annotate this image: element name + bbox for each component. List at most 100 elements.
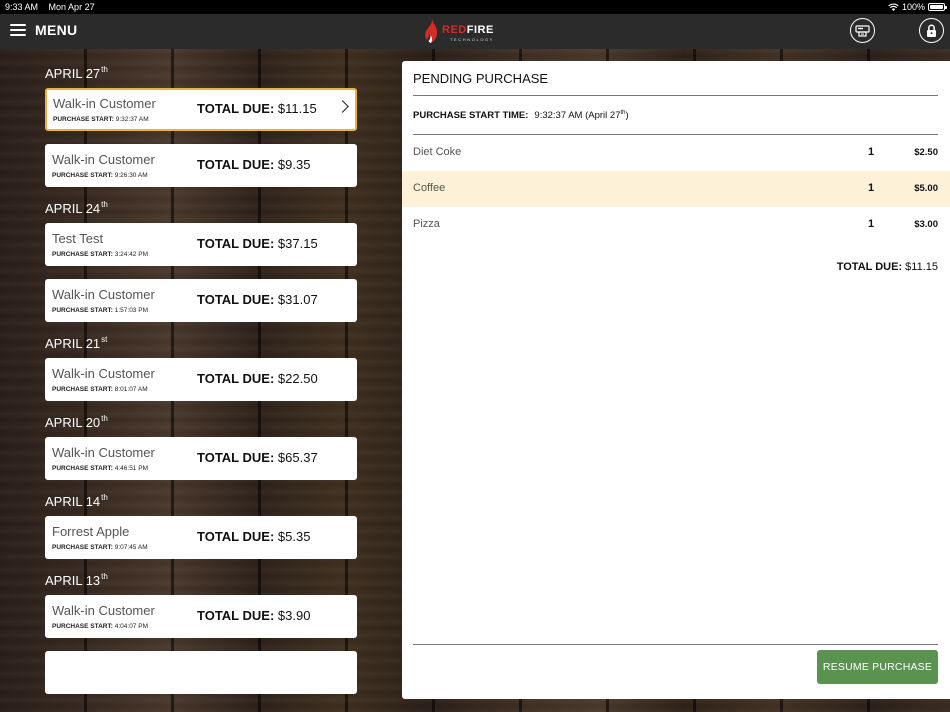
total-due-label: TOTAL DUE: (197, 371, 275, 386)
item-price: $2.50 (914, 147, 938, 158)
detail-total: TOTAL DUE: $11.15 (837, 261, 938, 273)
total-due: TOTAL DUE: $5.35 (197, 529, 310, 544)
purchase-start-label: PURCHASE START: (52, 623, 113, 630)
total-due-label: TOTAL DUE: (197, 236, 275, 251)
date-header-text: APRIL 20 (45, 415, 101, 430)
date-header-suffix: th (101, 572, 108, 581)
date-header: APRIL 27th (45, 65, 108, 81)
total-due-label: TOTAL DUE: (197, 529, 275, 544)
purchase-card[interactable]: Walk-in Customer PURCHASE START: 9:26:30 … (45, 144, 357, 187)
total-due-label: TOTAL DUE: (197, 292, 275, 307)
detail-total-label: TOTAL DUE: (836, 261, 903, 273)
date-header-text: APRIL 24 (45, 201, 101, 216)
purchase-card[interactable]: Walk-in Customer PURCHASE START: 1:57:03 … (45, 279, 357, 322)
purchase-card[interactable]: Forrest Apple PURCHASE START: 9:07:45 AM T… (45, 516, 357, 559)
customer-name: Walk-in Customer (53, 96, 156, 111)
purchase-list[interactable]: APRIL 27th Walk-in Customer PURCHASE START… (0, 49, 402, 712)
menu-button[interactable]: MENU (10, 22, 77, 38)
purchase-start-time: 9:32:37 AM (115, 116, 149, 123)
date-header-text: APRIL 14 (45, 494, 101, 509)
purchase-start: PURCHASE START: 9:07:45 AM (52, 544, 148, 551)
purchase-start-label: PURCHASE START: (52, 386, 113, 393)
purchase-card[interactable]: Walk-in Customer PURCHASE START: 8:01:07 … (45, 358, 357, 401)
total-due-label: TOTAL DUE: (197, 101, 275, 116)
divider (413, 95, 938, 96)
register-button[interactable] (850, 18, 875, 43)
purchase-card[interactable]: Test Test PURCHASE START: 3:24:42 PM TOTAL… (45, 223, 357, 266)
detail-total-value: $11.15 (905, 261, 938, 273)
total-due: TOTAL DUE: $31.07 (197, 292, 318, 307)
purchase-card[interactable] (45, 651, 357, 694)
customer-name: Walk-in Customer (52, 366, 155, 381)
start-time-label: PURCHASE START TIME: (413, 110, 529, 121)
total-due-value: $37.15 (277, 236, 318, 251)
purchase-start-time: 4:46:51 PM (114, 465, 148, 472)
date-header: APRIL 20th (45, 414, 108, 430)
logo-text-white: FIRE (466, 23, 494, 36)
total-due-value: $31.07 (277, 292, 318, 307)
logo-text-red: RED (442, 23, 467, 36)
total-due-value: $3.90 (277, 608, 311, 623)
purchase-start-time: 1:57:03 PM (114, 307, 148, 314)
purchase-start-time: 9:26:30 AM (114, 172, 148, 179)
resume-purchase-button[interactable]: RESUME PURCHASE (817, 650, 938, 684)
lock-icon (927, 24, 936, 37)
divider (413, 644, 938, 645)
panel-title: PENDING PURCHASE (413, 71, 549, 86)
customer-name: Walk-in Customer (52, 152, 155, 167)
purchase-start-label: PURCHASE START: (52, 251, 113, 258)
purchase-start-label: PURCHASE START: (52, 172, 113, 179)
customer-name: Walk-in Customer (52, 603, 155, 618)
item-price: $5.00 (914, 183, 938, 194)
customer-name: Test Test (52, 231, 104, 246)
date-header: APRIL 13th (45, 572, 108, 588)
purchase-start-time: PURCHASE START TIME: 9:32:37 AM (April 27… (413, 110, 629, 121)
item-row[interactable]: Diet Coke 1 $2.50 (402, 135, 950, 171)
item-name: Pizza (413, 218, 440, 230)
total-due-value: $9.35 (277, 157, 311, 172)
item-row[interactable]: Coffee 1 $5.00 (402, 171, 950, 207)
item-row[interactable]: Pizza 1 $3.00 (402, 207, 950, 243)
lock-button[interactable] (919, 18, 944, 43)
top-nav-bar: MENU REDFIRE TECHNOLOGY (0, 14, 950, 49)
date-header-suffix: th (101, 200, 108, 209)
purchase-card[interactable]: Walk-in Customer PURCHASE START: 4:46:51 … (45, 437, 357, 480)
start-time-close: ) (625, 110, 629, 121)
item-price: $3.00 (914, 219, 938, 230)
battery-icon (928, 3, 947, 11)
purchase-card[interactable]: Walk-in Customer PURCHASE START: 4:04:07 … (45, 595, 357, 638)
purchase-start-time: 9:07:45 AM (114, 544, 148, 551)
status-bar: 9:33 AM Mon Apr 27 100% (0, 0, 950, 14)
date-header-suffix: th (101, 65, 108, 74)
chevron-right-icon (336, 100, 349, 113)
purchase-start-label: PURCHASE START: (53, 116, 114, 123)
date-header-suffix: th (101, 493, 108, 502)
pending-purchase-panel: PENDING PURCHASE PURCHASE START TIME: 9:3… (402, 61, 950, 699)
item-name: Diet Coke (413, 146, 462, 158)
total-due-value: $65.37 (277, 450, 318, 465)
customer-name: Walk-in Customer (52, 445, 155, 460)
total-due-value: $11.15 (277, 101, 317, 116)
total-due: TOTAL DUE: $3.90 (197, 608, 310, 623)
redfire-logo: REDFIRE TECHNOLOGY (424, 19, 494, 43)
purchase-start: PURCHASE START: 9:26:30 AM (52, 172, 148, 179)
flame-icon (425, 19, 438, 43)
purchase-card[interactable]: Walk-in Customer PURCHASE START: 9:32:37 … (45, 88, 357, 131)
date-header: APRIL 14th (45, 493, 108, 509)
purchase-start: PURCHASE START: 8:01:07 AM (52, 386, 148, 393)
purchase-start: PURCHASE START: 4:46:51 PM (52, 465, 148, 472)
item-quantity: 1 (868, 146, 875, 158)
date-header-text: APRIL 13 (45, 573, 101, 588)
purchase-start: PURCHASE START: 9:32:37 AM (53, 116, 149, 123)
purchase-start: PURCHASE START: 4:04:07 PM (52, 623, 148, 630)
battery-percent: 100% (901, 2, 925, 12)
total-due-label: TOTAL DUE: (197, 157, 275, 172)
purchase-start-label: PURCHASE START: (52, 307, 113, 314)
purchase-start-label: PURCHASE START: (52, 465, 113, 472)
purchase-start: PURCHASE START: 3:24:42 PM (52, 251, 148, 258)
item-quantity: 1 (868, 218, 875, 230)
purchase-start: PURCHASE START: 1:57:03 PM (52, 307, 148, 314)
date-header-text: APRIL 21 (45, 336, 101, 351)
menu-icon (10, 24, 26, 36)
customer-name: Walk-in Customer (52, 287, 155, 302)
